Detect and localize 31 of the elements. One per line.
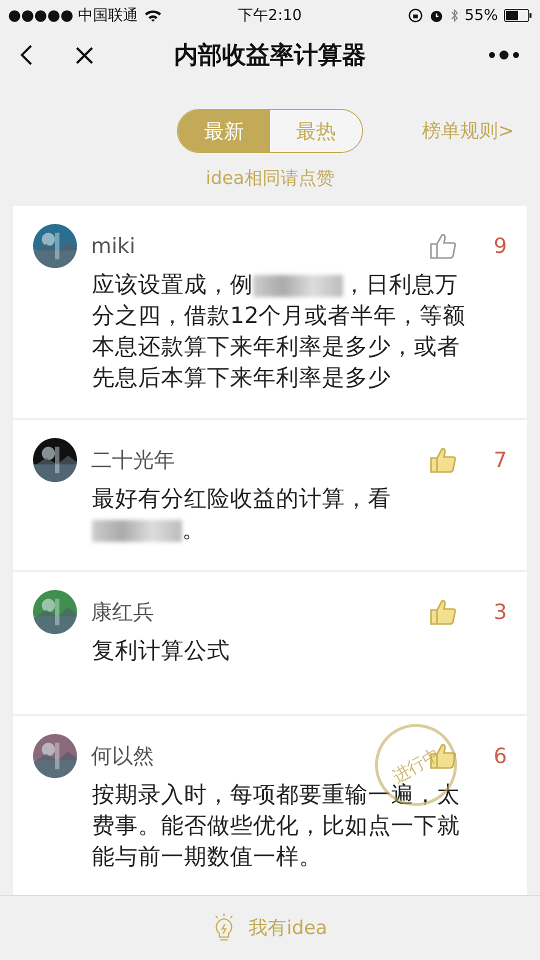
rules-link[interactable]: 榜单规则> <box>422 118 514 144</box>
close-icon <box>75 46 94 64</box>
sort-tab[interactable]: 最热 <box>270 110 362 152</box>
thumbs-up-icon[interactable] <box>429 598 457 626</box>
rotation-lock-icon <box>408 8 423 22</box>
comment-text: 复利计算公式 <box>92 637 231 666</box>
thumbs-up-icon[interactable] <box>429 232 457 260</box>
battery-percent: 55% <box>464 6 498 24</box>
page-title: 内部收益率计算器 <box>174 40 366 71</box>
sort-tab[interactable]: 最新 <box>178 110 270 152</box>
battery-icon <box>504 8 532 22</box>
carrier-signal: ●●●●● 中国联通 <box>8 6 138 24</box>
wifi-icon <box>144 8 162 22</box>
clock-time: 下午2:10 <box>238 6 302 24</box>
submit-idea-button[interactable]: 我有idea <box>206 912 334 944</box>
user-name: 康红兵 <box>91 599 154 626</box>
more-icon <box>488 50 520 60</box>
user-name: miki <box>91 234 136 258</box>
like-count: 3 <box>492 600 507 624</box>
hint-text: idea相同请点赞 <box>204 167 336 190</box>
thumbs-up-icon[interactable] <box>429 446 457 474</box>
comment-text: 应该设置成，例 ，日利息万分之四，借款12个月或者半年，等额本息还款算下来年利率是多少，或者先息后本算下来年利率是多少 <box>92 271 467 393</box>
user-name: 何以然 <box>91 743 154 770</box>
user-name: 二十光年 <box>91 447 175 474</box>
comment-text: 最好有分红险收益的计算，看 。 <box>92 485 392 545</box>
like-count: 6 <box>492 744 507 768</box>
bluetooth-icon <box>450 8 459 22</box>
back-icon <box>20 44 33 66</box>
like-count: 9 <box>492 234 507 258</box>
lightbulb-icon <box>212 913 235 943</box>
like-count: 7 <box>492 448 507 472</box>
